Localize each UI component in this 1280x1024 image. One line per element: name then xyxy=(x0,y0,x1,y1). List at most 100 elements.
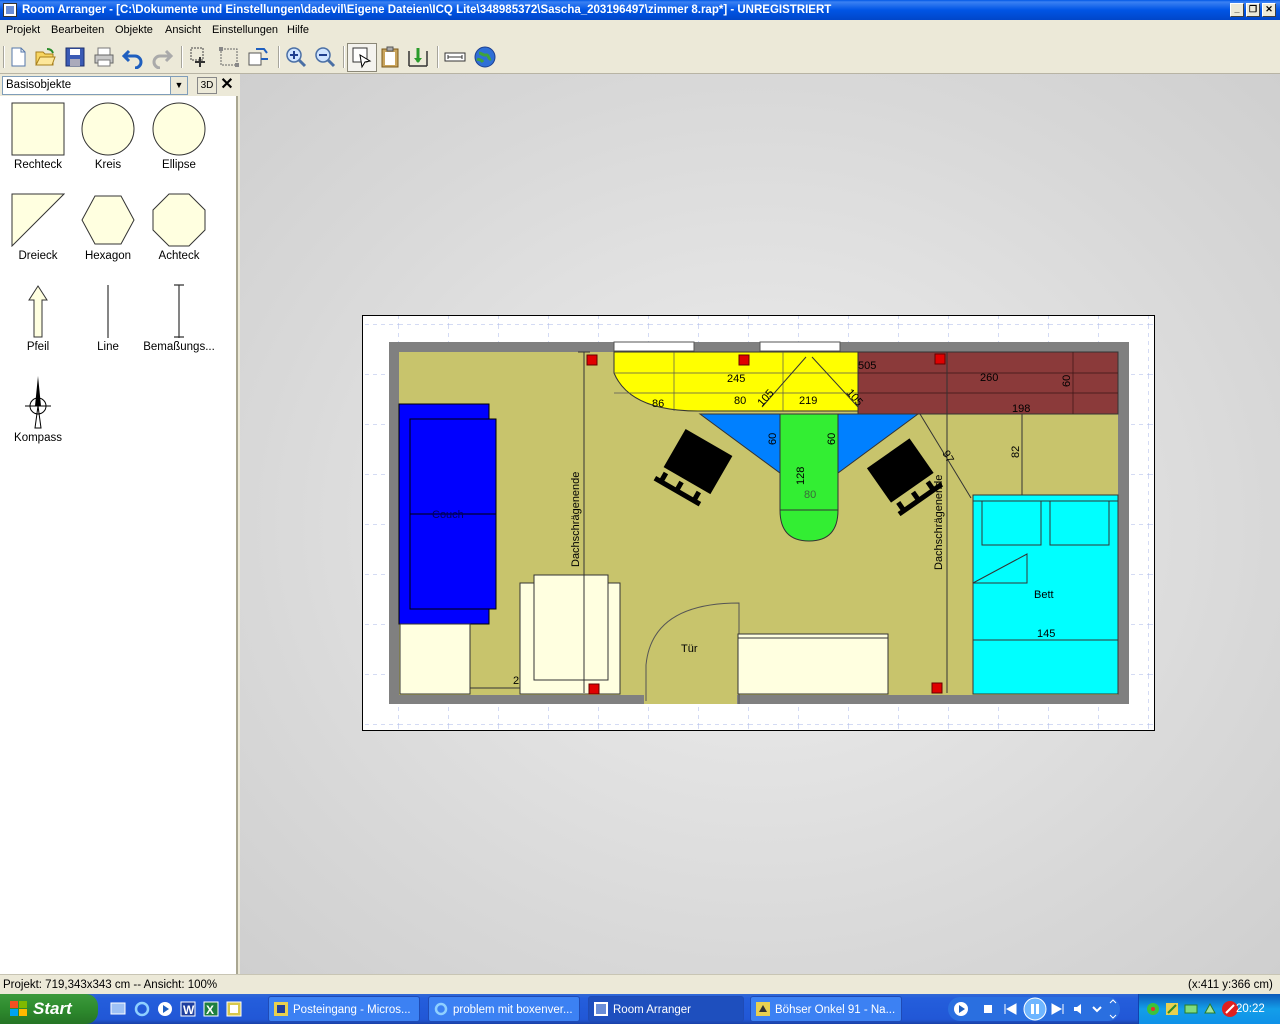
resize-icon[interactable] xyxy=(217,45,241,69)
app-icon[interactable] xyxy=(3,3,17,17)
room-arranger-quick-icon[interactable] xyxy=(226,1001,242,1017)
chevron-down-icon[interactable]: ▼ xyxy=(170,77,187,94)
previous-icon[interactable] xyxy=(1002,1002,1018,1016)
windows-flag-icon xyxy=(10,1001,27,1016)
menu-bar: Projekt Bearbeiten Objekte Ansicht Einst… xyxy=(0,20,1280,40)
shape-octagon[interactable]: Achteck xyxy=(143,192,215,266)
excel-icon[interactable]: X xyxy=(203,1001,219,1017)
cabinet[interactable] xyxy=(399,623,471,695)
compass-icon xyxy=(25,376,51,429)
start-button[interactable]: Start xyxy=(0,994,98,1024)
status-coordinates: (x:411 y:366 cm) xyxy=(1188,979,1273,991)
task-winamp[interactable]: Böhser Onkel 91 - Na... xyxy=(750,996,902,1022)
marker[interactable] xyxy=(738,354,750,366)
door-label: Tür xyxy=(681,643,698,655)
3d-button[interactable]: 3D xyxy=(197,77,217,94)
status-bar: Projekt: 719,343x343 cm -- Ansicht: 100%… xyxy=(0,974,1280,994)
chevron-down-icon[interactable] xyxy=(1092,1004,1102,1014)
volume-icon[interactable] xyxy=(1072,1002,1088,1016)
shape-triangle[interactable]: Dreieck xyxy=(2,192,74,266)
shape-label: Hexagon xyxy=(84,250,132,262)
close-button[interactable]: ✕ xyxy=(1262,3,1276,17)
window-title: Room Arranger - [C:\Dokumente und Einste… xyxy=(22,4,832,16)
zoom-in-icon[interactable] xyxy=(284,45,308,69)
tray-app-icon[interactable] xyxy=(1164,1001,1180,1017)
next-icon[interactable] xyxy=(1050,1002,1066,1016)
print-icon[interactable] xyxy=(92,45,116,69)
window-1[interactable] xyxy=(613,341,695,352)
arrow-icon xyxy=(28,285,48,338)
shape-circle[interactable]: Kreis xyxy=(72,101,144,175)
task-browser[interactable]: problem mit boxenver... xyxy=(428,996,580,1022)
word-icon[interactable]: W xyxy=(180,1001,196,1017)
media-logo-icon[interactable] xyxy=(953,1001,969,1017)
redo-icon[interactable] xyxy=(150,45,174,69)
clipboard-icon[interactable] xyxy=(378,45,402,69)
shape-line[interactable]: Line xyxy=(72,283,144,357)
show-desktop-icon[interactable] xyxy=(110,1001,126,1017)
shape-ellipse[interactable]: Ellipse xyxy=(143,101,215,175)
shape-arrow[interactable]: Pfeil xyxy=(2,283,74,357)
line-icon xyxy=(107,285,109,338)
marker[interactable] xyxy=(588,683,600,695)
menu-ansicht[interactable]: Ansicht xyxy=(163,22,203,38)
dim-80c: 80 xyxy=(804,489,816,501)
move-icon[interactable] xyxy=(188,45,212,69)
new-icon[interactable] xyxy=(6,45,30,69)
pause-icon[interactable] xyxy=(1023,997,1047,1021)
bed-label: Bett xyxy=(1034,589,1054,601)
restore-media-icon[interactable] xyxy=(1108,997,1118,1021)
toolbar-grip xyxy=(3,46,5,68)
minimize-button[interactable]: _ xyxy=(1230,3,1244,17)
marker[interactable] xyxy=(586,354,598,366)
title-bar: Room Arranger - [C:\Dokumente und Einste… xyxy=(0,0,1280,20)
toolbar-separator xyxy=(181,46,183,68)
stop-icon[interactable] xyxy=(981,1002,995,1016)
door-gap xyxy=(644,687,737,704)
shape-compass[interactable]: Kompass xyxy=(2,374,74,448)
shape-rectangle[interactable]: Rechteck xyxy=(2,101,74,175)
slope-label-right: Dachschrägenende xyxy=(933,475,945,570)
globe-icon[interactable] xyxy=(473,45,497,69)
internet-explorer-icon[interactable] xyxy=(134,1001,150,1017)
media-player-icon[interactable] xyxy=(157,1001,173,1017)
couch-label: Couch xyxy=(432,509,464,521)
category-select[interactable]: Basisobjekte ▼ xyxy=(2,76,188,95)
walls-icon[interactable] xyxy=(406,45,430,69)
dimension-icon[interactable] xyxy=(443,45,467,69)
dim-60a: 60 xyxy=(1061,375,1073,387)
menu-objekte[interactable]: Objekte xyxy=(113,22,155,38)
select-icon[interactable] xyxy=(350,45,374,69)
menu-bearbeiten[interactable]: Bearbeiten xyxy=(49,22,106,38)
safely-remove-icon[interactable] xyxy=(1202,1001,1218,1017)
status-project-info: Projekt: 719,343x343 cm -- Ansicht: 100% xyxy=(3,979,218,991)
close-panel-icon[interactable]: ✕ xyxy=(220,75,234,95)
shape-dimension-line[interactable]: Bemaßungs... xyxy=(143,283,215,357)
clock[interactable]: 20:22 xyxy=(1236,994,1265,1024)
menu-einstellungen[interactable]: Einstellungen xyxy=(210,22,280,38)
marker[interactable] xyxy=(934,353,946,365)
category-select-value: Basisobjekte xyxy=(6,79,72,91)
panel-header: Basisobjekte ▼ 3D ✕ xyxy=(0,74,238,96)
save-icon[interactable] xyxy=(63,45,87,69)
zoom-out-icon[interactable] xyxy=(313,45,337,69)
dim-2: 2 xyxy=(513,675,519,687)
marker[interactable] xyxy=(931,682,943,694)
network-icon[interactable] xyxy=(1183,1001,1199,1017)
start-label: Start xyxy=(33,999,72,1018)
task-label: Posteingang - Micros... xyxy=(293,1004,411,1016)
menu-hilfe[interactable]: Hilfe xyxy=(285,22,311,38)
task-outlook[interactable]: Posteingang - Micros... xyxy=(268,996,420,1022)
sideboard[interactable] xyxy=(737,633,889,695)
undo-icon[interactable] xyxy=(121,45,145,69)
rectangle-icon xyxy=(11,102,65,156)
rotate-icon[interactable] xyxy=(246,45,270,69)
shape-hexagon[interactable]: Hexagon xyxy=(72,192,144,266)
task-room-arranger[interactable]: Room Arranger xyxy=(588,996,744,1022)
open-icon[interactable] xyxy=(33,45,57,69)
floor-plan[interactable]: 245 86 80 219 80 505 260 60 198 60 60 12… xyxy=(362,315,1155,731)
menu-projekt[interactable]: Projekt xyxy=(4,22,42,38)
icq-icon[interactable] xyxy=(1145,1001,1161,1017)
maximize-button[interactable]: ❐ xyxy=(1246,3,1260,17)
window-2[interactable] xyxy=(759,341,841,352)
